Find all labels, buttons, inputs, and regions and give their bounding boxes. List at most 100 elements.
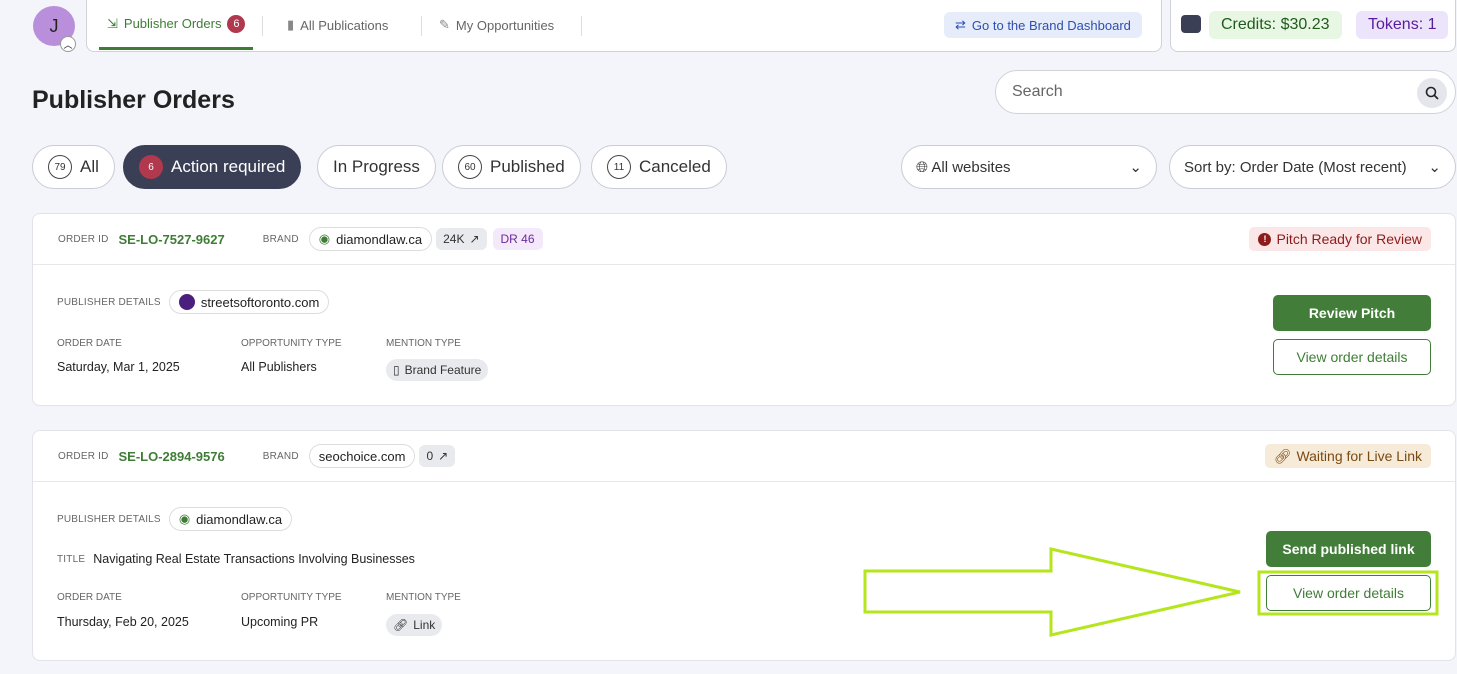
order-id[interactable]: SE-LO-2894-9576: [119, 449, 225, 464]
opportunity-type: All Publishers: [241, 360, 317, 374]
publisher-chip[interactable]: ◉ diamondlaw.ca: [168, 507, 293, 531]
eye-icon: ◉: [318, 231, 331, 246]
publisher-chip[interactable]: streetsoftoronto.com: [168, 290, 330, 314]
brand-chip[interactable]: ◉ diamondlaw.ca: [308, 227, 433, 251]
mention-type-label: MENTION TYPE: [386, 592, 461, 603]
top-nav: ⇲ Publisher Orders 6 ▮ All Publications …: [86, 0, 1162, 52]
tab-all-publications[interactable]: ▮ All Publications: [287, 0, 388, 50]
edit-document-icon: ✎: [439, 17, 450, 32]
mention-type: Link: [413, 618, 436, 632]
filter-count: 6: [139, 155, 163, 179]
tokens-badge: Tokens: 1: [1356, 11, 1449, 39]
trend-up-icon: ↗: [469, 232, 480, 246]
opportunity-type-label: OPPORTUNITY TYPE: [241, 338, 342, 349]
link-icon: 🔗︎: [1273, 447, 1292, 464]
brand-label: BRAND: [262, 450, 299, 462]
filter-action-required[interactable]: 6 Action required: [123, 145, 302, 189]
dr-badge: DR 46: [492, 228, 543, 250]
select-value: All websites: [931, 158, 1011, 176]
status-text: Waiting for Live Link: [1296, 448, 1422, 464]
order-date: Saturday, Mar 1, 2025: [57, 360, 180, 374]
credits-badge: Credits: $30.23: [1209, 11, 1342, 39]
filter-count: 11: [607, 155, 631, 179]
order-date: Thursday, Feb 20, 2025: [57, 615, 189, 629]
brand-chip[interactable]: seochoice.com: [308, 444, 416, 468]
tab-label: My Opportunities: [455, 17, 555, 33]
traffic-value: 0: [426, 449, 434, 463]
brand-name: seochoice.com: [318, 448, 406, 464]
search-placeholder: Search: [1012, 83, 1063, 100]
page-title: Publisher Orders: [32, 86, 235, 114]
filter-published[interactable]: 60 Published: [442, 145, 581, 189]
publisher-logo-icon: [178, 294, 195, 310]
publisher-details-label: PUBLISHER DETAILS: [57, 513, 161, 525]
traffic-badge: 0 ↗: [419, 445, 456, 467]
tab-my-opportunities[interactable]: ✎ My Opportunities: [439, 0, 554, 50]
mention-type-label: MENTION TYPE: [386, 338, 461, 349]
mention-type: Brand Feature: [404, 363, 482, 377]
wallet-icon: [1181, 15, 1201, 33]
filter-in-progress[interactable]: In Progress: [317, 145, 436, 189]
brand-name: diamondlaw.ca: [336, 231, 423, 247]
tab-label: All Publications: [300, 17, 389, 33]
search-input[interactable]: Search: [995, 70, 1456, 114]
filter-canceled[interactable]: 11 Canceled: [591, 145, 727, 189]
tab-publisher-orders[interactable]: ⇲ Publisher Orders 6: [99, 0, 254, 50]
status-badge: 🔗︎ Waiting for Live Link: [1264, 444, 1431, 468]
globe-icon: 🌐︎: [916, 158, 929, 176]
filter-label: Action required: [171, 157, 286, 176]
trend-up-icon: ↗: [438, 449, 449, 463]
order-id[interactable]: SE-LO-7527-9627: [119, 232, 225, 247]
chevron-up-icon[interactable]: ︿: [60, 36, 76, 52]
order-icon: ⇲: [107, 15, 118, 31]
publisher-name: streetsoftoronto.com: [200, 294, 320, 310]
brand-label: BRAND: [262, 233, 299, 245]
mention-type-chip: ▯ Brand Feature: [386, 359, 489, 381]
order-card: ORDER ID SE-LO-2894-9576 BRAND seochoice…: [32, 430, 1456, 661]
chevron-down-icon: ⌄: [1129, 159, 1142, 176]
send-published-link-button[interactable]: Send published link: [1266, 531, 1431, 567]
opportunity-type-label: OPPORTUNITY TYPE: [241, 592, 342, 603]
order-id-label: ORDER ID: [58, 233, 109, 245]
filter-label: All: [80, 157, 99, 176]
button-label: Go to the Brand Dashboard: [971, 17, 1131, 33]
eye-icon: ◉: [178, 511, 191, 526]
view-order-details-button[interactable]: View order details: [1273, 339, 1431, 375]
traffic-badge: 24K ↗: [436, 228, 487, 250]
document-icon: ▮: [287, 17, 295, 32]
select-value: Sort by: Order Date (Most recent): [1184, 158, 1407, 176]
filter-all[interactable]: 79 All: [32, 145, 115, 189]
publisher-name: diamondlaw.ca: [196, 511, 283, 527]
filter-label: In Progress: [333, 157, 420, 176]
search-button[interactable]: [1417, 78, 1447, 108]
filter-count: 60: [458, 155, 482, 179]
status-text: Pitch Ready for Review: [1276, 231, 1422, 247]
filter-count: 79: [48, 155, 72, 179]
view-order-details-button[interactable]: View order details: [1266, 575, 1431, 611]
status-badge: ! Pitch Ready for Review: [1249, 227, 1431, 251]
chevron-down-icon: ⌄: [1428, 159, 1441, 176]
alert-icon: !: [1258, 232, 1272, 246]
order-card: ORDER ID SE-LO-7527-9627 BRAND ◉ diamondl…: [32, 213, 1456, 406]
tab-label: Publisher Orders: [123, 16, 222, 31]
order-title: Navigating Real Estate Transactions Invo…: [93, 552, 415, 566]
traffic-value: 24K: [443, 232, 465, 246]
filter-label: Published: [490, 157, 565, 176]
link-icon: 🔗︎: [393, 618, 409, 632]
title-label: TITLE: [57, 553, 86, 565]
order-id-label: ORDER ID: [58, 450, 109, 462]
tab-badge: 6: [227, 14, 246, 33]
review-pitch-button[interactable]: Review Pitch: [1273, 295, 1431, 331]
sort-select[interactable]: Sort by: Order Date (Most recent) ⌄: [1169, 145, 1456, 189]
filter-label: Canceled: [639, 157, 711, 176]
order-date-label: ORDER DATE: [57, 338, 122, 349]
opportunity-type: Upcoming PR: [241, 615, 319, 629]
brand-dashboard-button[interactable]: ⇄ Go to the Brand Dashboard: [944, 12, 1142, 38]
avatar-initial: J: [49, 15, 59, 36]
mention-type-chip: 🔗︎ Link: [386, 614, 443, 636]
websites-select[interactable]: 🌐︎ All websites ⌄: [901, 145, 1157, 189]
publisher-details-label: PUBLISHER DETAILS: [57, 296, 161, 308]
switch-icon: ⇄: [955, 17, 966, 32]
document-icon: ▯: [393, 363, 400, 377]
order-date-label: ORDER DATE: [57, 592, 122, 603]
